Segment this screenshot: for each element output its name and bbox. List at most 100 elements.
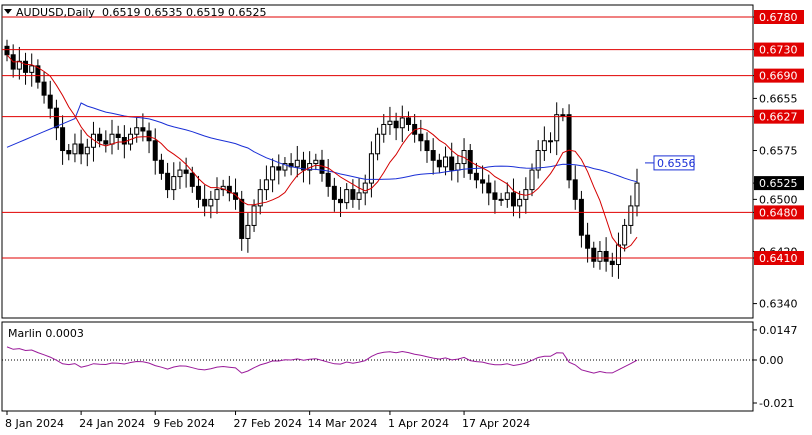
candle-body xyxy=(140,127,146,132)
chart-title: AUDUSD,Daily xyxy=(16,6,95,19)
candle-body xyxy=(634,182,640,207)
candle-body xyxy=(368,153,374,184)
candle-body xyxy=(72,143,78,155)
candle-body xyxy=(492,192,498,200)
candle-body xyxy=(585,234,591,249)
candle-body xyxy=(202,198,208,207)
time-tick-label: 17 Apr 2024 xyxy=(462,417,530,430)
price-tick-label: 0.6655 xyxy=(759,92,798,105)
candle-body xyxy=(47,94,53,109)
candle-body xyxy=(603,250,609,262)
candle-body xyxy=(245,224,251,239)
level-label: 0.6780 xyxy=(759,11,798,24)
price-tick-label: 0.6500 xyxy=(759,193,798,206)
candle-body xyxy=(177,169,183,178)
candle-body xyxy=(628,205,634,226)
level-label: 0.6690 xyxy=(759,70,798,83)
candle-body xyxy=(276,166,282,171)
candle-body xyxy=(23,60,29,73)
candle-body xyxy=(171,176,177,191)
candle-body xyxy=(251,205,257,226)
candle-body xyxy=(97,133,103,142)
candle-body xyxy=(331,185,337,200)
osc-tick-label: 0.0147 xyxy=(759,324,798,337)
candle-body xyxy=(405,117,411,125)
level-label: 0.6480 xyxy=(759,206,798,219)
time-tick-label: 14 Mar 2024 xyxy=(308,417,378,430)
candle-body xyxy=(214,189,220,200)
candle-body xyxy=(566,114,572,181)
time-tick-label: 9 Feb 2024 xyxy=(153,417,214,430)
time-tick-label: 8 Jan 2024 xyxy=(5,417,64,430)
candle-body xyxy=(622,224,628,246)
oscillator-title: Marlin 0.0003 xyxy=(8,327,84,340)
candle-body xyxy=(381,123,387,135)
candle-body xyxy=(455,163,461,171)
candle-body xyxy=(449,156,455,171)
candle-body xyxy=(554,114,560,142)
candle-body xyxy=(195,185,201,200)
candle-body xyxy=(239,198,245,239)
candle-body xyxy=(517,198,523,207)
candle-body xyxy=(375,133,381,155)
candle-body xyxy=(115,133,121,138)
candle-body xyxy=(53,107,59,129)
candle-body xyxy=(152,140,158,161)
candle-body xyxy=(146,130,152,142)
candle-body xyxy=(344,189,350,204)
candle-body xyxy=(548,140,554,143)
candle-body xyxy=(313,159,319,165)
candle-body xyxy=(535,150,541,171)
candle-body xyxy=(103,140,109,145)
candle-body xyxy=(294,159,300,168)
candle-body xyxy=(208,198,214,207)
candle-body xyxy=(560,114,566,117)
candle-body xyxy=(430,150,436,161)
candle-body xyxy=(609,260,615,266)
candle-body xyxy=(436,159,442,168)
candle-body xyxy=(270,166,276,181)
time-tick-label: 1 Apr 2024 xyxy=(388,417,449,430)
ohlc-text: 0.6519 0.6535 0.6519 0.6525 xyxy=(102,6,266,19)
candle-body xyxy=(109,133,115,145)
candle-body xyxy=(158,159,164,174)
candle-body xyxy=(325,172,331,187)
candle-body xyxy=(4,45,10,56)
candle-body xyxy=(338,198,344,204)
price-tick-label: 0.6575 xyxy=(759,145,798,158)
candle-body xyxy=(356,192,362,200)
candle-body xyxy=(597,250,603,262)
candle-body xyxy=(29,65,35,73)
candle-body xyxy=(498,198,504,201)
osc-tick-label: -0.021 xyxy=(759,397,794,410)
candle-body xyxy=(387,120,393,125)
candle-body xyxy=(486,182,492,194)
candle-body xyxy=(473,172,479,181)
osc-tick-label: 0.00 xyxy=(759,354,784,367)
candle-body xyxy=(424,140,430,152)
level-label: 0.6627 xyxy=(759,111,798,124)
candle-body xyxy=(504,192,510,200)
level-label: 0.6730 xyxy=(759,44,798,57)
current-price-label: 0.6525 xyxy=(759,177,798,190)
time-tick-label: 27 Feb 2024 xyxy=(234,417,302,430)
price-chart[interactable]: 0.6556 0.6780 0.6730 0.6690 0.6655 0.6627 0.6… xyxy=(0,0,812,435)
candle-body xyxy=(121,137,127,145)
candle-body xyxy=(41,81,47,96)
candle-body xyxy=(541,140,547,152)
candle-body xyxy=(350,189,356,200)
candle-body xyxy=(591,247,597,262)
candle-body xyxy=(66,150,72,155)
candle-body xyxy=(443,156,449,168)
candle-body xyxy=(393,120,399,129)
candle-body xyxy=(529,169,535,191)
candle-body xyxy=(165,172,171,191)
level-label: 0.6410 xyxy=(759,252,798,265)
candle-body xyxy=(480,179,486,184)
candle-body xyxy=(399,117,405,129)
candle-body xyxy=(189,172,195,187)
candle-body xyxy=(510,192,516,207)
candle-body xyxy=(418,133,424,142)
candle-body xyxy=(183,169,189,174)
candle-body xyxy=(615,244,621,266)
